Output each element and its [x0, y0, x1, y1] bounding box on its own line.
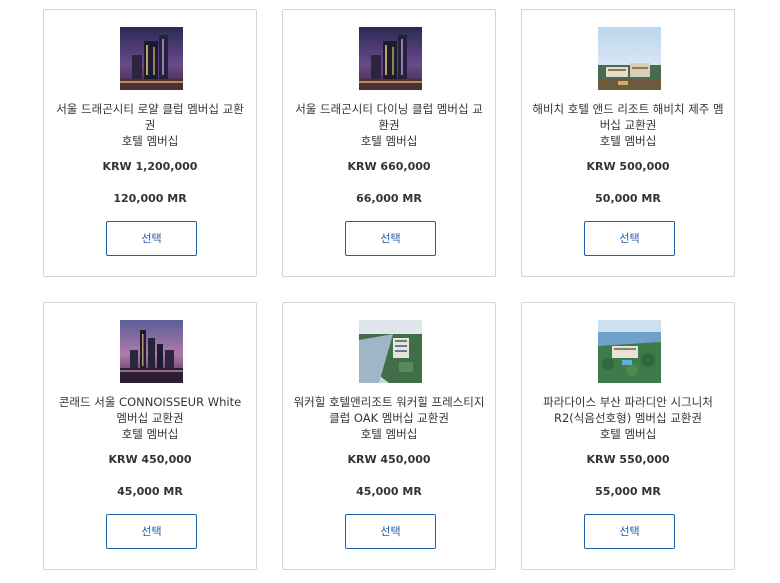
hotel-night-skyline-icon[interactable]: [120, 27, 183, 90]
select-button[interactable]: 선택: [345, 221, 436, 256]
product-price: KRW 660,000: [347, 160, 431, 173]
product-price: KRW 1,200,000: [102, 160, 198, 173]
hotel-night-skyline-icon[interactable]: [359, 27, 422, 90]
product-mr-points: 45,000 MR: [356, 485, 422, 498]
product-price: KRW 550,000: [586, 453, 670, 466]
select-button[interactable]: 선택: [584, 221, 675, 256]
product-category: 호텔 멤버십: [360, 427, 418, 441]
product-card: 파라다이스 부산 파라디안 시그니처 R2(식음선호형) 멤버십 교환권 호텔 …: [521, 302, 735, 570]
product-card: 해비치 호텔 앤드 리조트 해비치 제주 멤버십 교환권 호텔 멤버십 KRW …: [521, 9, 735, 277]
riverside-hotel-aerial-icon[interactable]: [359, 320, 422, 383]
product-card: 서울 드래곤시티 로얄 클럽 멤버십 교환권 호텔 멤버십 KRW 1,200,…: [43, 9, 257, 277]
select-button[interactable]: 선택: [106, 514, 197, 549]
product-card: 서울 드래곤시티 다이닝 클럽 멤버십 교환권 호텔 멤버십 KRW 660,0…: [282, 9, 496, 277]
select-button[interactable]: 선택: [345, 514, 436, 549]
select-button[interactable]: 선택: [584, 514, 675, 549]
product-mr-points: 50,000 MR: [595, 192, 661, 205]
product-title: 워커힐 호텔앤리조트 워커힐 프레스티지 클럽 OAK 멤버십 교환권: [293, 395, 485, 425]
product-card: 워커힐 호텔앤리조트 워커힐 프레스티지 클럽 OAK 멤버십 교환권 호텔 멤…: [282, 302, 496, 570]
product-card: 콘래드 서울 CONNOISSEUR White 멤버십 교환권 호텔 멤버십 …: [43, 302, 257, 570]
product-category: 호텔 멤버십: [360, 134, 418, 148]
product-category: 호텔 멤버십: [121, 427, 179, 441]
product-price: KRW 450,000: [108, 453, 192, 466]
city-dusk-skyline-icon[interactable]: [120, 320, 183, 383]
product-title: 해비치 호텔 앤드 리조트 해비치 제주 멤버십 교환권: [532, 102, 724, 132]
product-title: 파라다이스 부산 파라디안 시그니처 R2(식음선호형) 멤버십 교환권: [543, 395, 713, 425]
product-title: 콘래드 서울 CONNOISSEUR White 멤버십 교환권: [58, 395, 242, 425]
product-mr-points: 45,000 MR: [117, 485, 183, 498]
product-mr-points: 55,000 MR: [595, 485, 661, 498]
product-category: 호텔 멤버십: [121, 134, 179, 148]
seaside-resort-icon[interactable]: [598, 320, 661, 383]
product-category: 호텔 멤버십: [599, 427, 657, 441]
product-mr-points: 66,000 MR: [356, 192, 422, 205]
product-mr-points: 120,000 MR: [113, 192, 187, 205]
product-price: KRW 450,000: [347, 453, 431, 466]
select-button[interactable]: 선택: [106, 221, 197, 256]
resort-daytime-icon[interactable]: [598, 27, 661, 90]
product-category: 호텔 멤버십: [599, 134, 657, 148]
product-title: 서울 드래곤시티 다이닝 클럽 멤버십 교환권: [295, 102, 483, 132]
product-title: 서울 드래곤시티 로얄 클럽 멤버십 교환권: [56, 102, 244, 132]
product-price: KRW 500,000: [586, 160, 670, 173]
